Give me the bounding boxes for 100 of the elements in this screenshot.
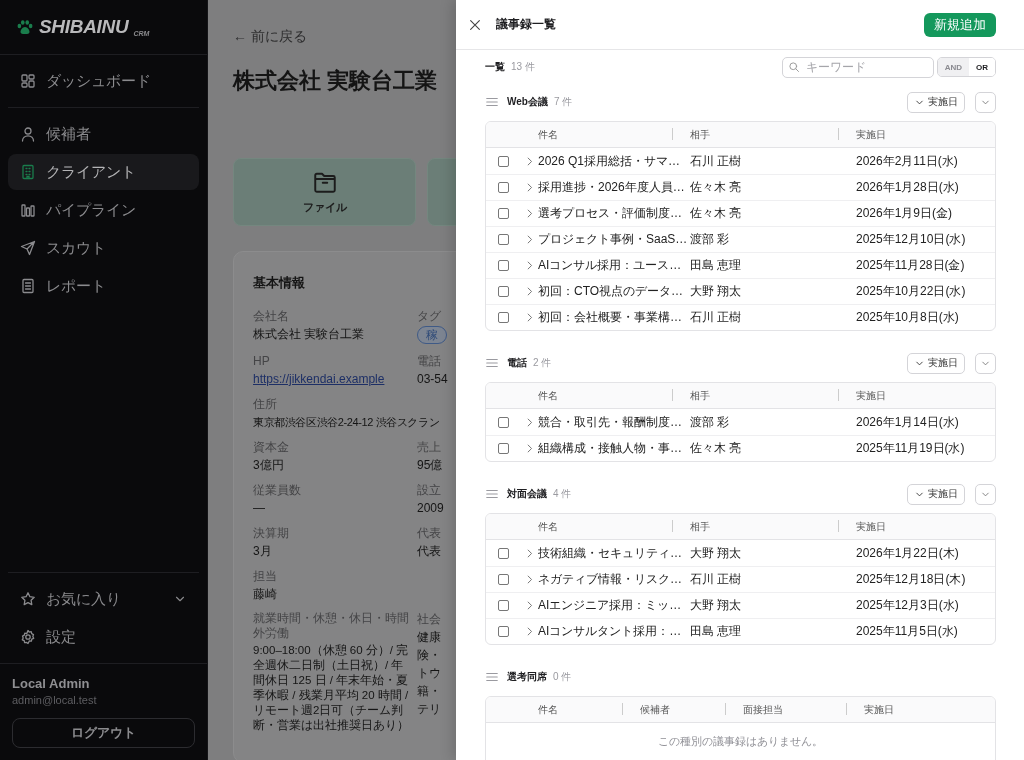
nav-item[interactable]: クライアント [8,154,199,190]
row-checkbox[interactable] [498,260,509,271]
page-title: 株式会社 実験台工業 [233,67,439,95]
card-title: 基本情報 [253,274,306,292]
close-button[interactable] [468,17,482,32]
row-checkbox[interactable] [498,234,509,245]
table-cell-text: 2026 Q1採用総括・サマ… [538,152,682,170]
table-cell-text: 2025年11月28日(金) [856,257,966,274]
table-cell-text: 渡部 彩 [690,413,731,431]
row-checkbox[interactable] [498,416,509,428]
logout-button[interactable]: ログアウト [12,718,195,748]
drag-handle-icon [485,95,499,109]
column-header[interactable]: 件名 [538,128,558,140]
nav-item[interactable]: スカウト [8,230,199,266]
sort-button[interactable]: 実施日 [907,91,965,113]
field-value: 健康 [417,629,442,645]
section-count: 4 件 [553,487,572,501]
section-count: 2 件 [533,356,552,370]
paw-icon [16,18,34,36]
column-header[interactable]: 件名 [538,703,558,715]
column-header[interactable]: 面接担当 [743,703,783,715]
table-cell-text: 2025年10月22日(水) [856,283,967,300]
section-title: 電話 [507,356,527,370]
section-title: Web会議 [507,95,548,109]
table-cell-text: 2025年11月5日(水) [856,623,959,640]
section-title: 対面会議 [507,487,547,501]
close-icon [468,17,482,32]
settings-item[interactable]: 設定 [8,619,199,655]
list-label: 一覧 [485,60,505,74]
field-value: 代表 [417,543,442,559]
person-icon [20,126,36,142]
field-value: 東京都渋谷区渋谷2-24-12 渋谷スクラン [253,415,441,430]
table-cell-text: 初回：CTO視点のデータ… [538,283,685,300]
nav-item[interactable]: パイプライン [8,192,199,228]
column-header[interactable]: 件名 [538,389,558,401]
field-value: 9:00–18:00（休憩 60 分）/ 完全週休二日制（土日祝）/ 年間休日 125 日 / 年末年始・夏季休暇 / 残業月平均 20 時間 / リモート週2日可（チーム判断・営業は出社推奨日あり） [253,643,410,733]
add-button[interactable]: 新規追加 [924,12,996,37]
field-value: 険・ [417,647,442,663]
section-count: 7 件 [553,95,573,109]
row-checkbox[interactable] [498,312,509,323]
table-cell-text: 2025年10月8日(水) [856,309,960,326]
document-icon [20,278,36,294]
field-value: 藤崎 [253,586,278,602]
table-cell-text: 選考プロセス・評価制度… [538,205,683,222]
row-checkbox[interactable] [498,626,509,637]
website-link[interactable]: https://jikkendai.example [253,372,385,386]
column-header[interactable]: 相手 [690,520,710,532]
list-count: 13 件 [511,60,535,74]
dashboard-icon [20,73,36,89]
file-card[interactable]: ファイル [233,158,416,226]
sort-button[interactable]: 実施日 [907,352,965,374]
user-email: admin@local.test [12,694,98,706]
field-value: 3億円 [253,457,285,473]
nav-item[interactable]: ダッシュボード [8,63,199,99]
row-checkbox[interactable] [498,600,509,611]
table-cell-text: 2026年1月9日(金) [856,205,954,222]
table-cell-text: ネガティブ情報・リスク… [538,571,683,588]
building-icon [20,164,36,180]
field-label: 従業員数 [253,482,302,498]
field-value: トウ [417,665,442,681]
nav-item[interactable]: レポート [8,268,199,304]
row-checkbox[interactable] [498,208,509,219]
field-value: 2009 [417,500,445,516]
drawer-title: 議事録一覧 [496,16,557,33]
field-label: 資本金 [253,439,290,455]
table-cell-text: 2025年12月18日(木) [856,571,967,588]
table-cell-text: 佐々木 亮 [690,205,743,222]
column-header[interactable]: 実施日 [856,128,886,140]
table-cell-text: 2025年11月19日(水) [856,440,966,457]
search-field[interactable]: キーワード [781,56,934,78]
table-cell-text: 競合・取引先・報酬制度… [538,413,683,431]
status-tag: 稼 [417,326,447,344]
field-label: 担当 [253,568,278,584]
table-cell-text: 初回：会社概要・事業構… [538,309,683,326]
row-checkbox[interactable] [498,155,509,167]
column-header[interactable]: 候補者 [640,703,670,715]
table-cell-text: 石川 正樹 [690,152,743,170]
drag-handle-icon [485,356,499,370]
column-header[interactable]: 実施日 [856,520,886,532]
column-header[interactable]: 実施日 [856,389,886,401]
field-label: 決算期 [253,525,290,541]
section-title: 選考同席 [507,670,547,684]
column-header[interactable]: 件名 [538,520,558,532]
favorites-item[interactable]: お気に入り [8,581,199,617]
row-checkbox[interactable] [498,286,509,297]
column-header[interactable]: 相手 [690,128,710,140]
row-checkbox[interactable] [498,182,509,193]
table-cell-text: 2026年1月14日(水) [856,413,960,431]
row-checkbox[interactable] [498,547,509,559]
row-checkbox[interactable] [498,574,509,585]
column-header[interactable]: 実施日 [864,703,894,715]
nav-item[interactable]: 候補者 [8,116,199,152]
field-label: 会社名 [253,308,290,324]
sort-button[interactable]: 実施日 [907,483,965,505]
table-cell-text: 渡部 彩 [690,231,731,248]
table-cell-text: 組織構成・接触人物・事… [538,440,683,457]
row-checkbox[interactable] [498,443,509,454]
table-cell-text: 田島 恵理 [690,623,743,640]
table-cell-text: 2026年1月22日(木) [856,544,960,562]
column-header[interactable]: 相手 [690,389,710,401]
